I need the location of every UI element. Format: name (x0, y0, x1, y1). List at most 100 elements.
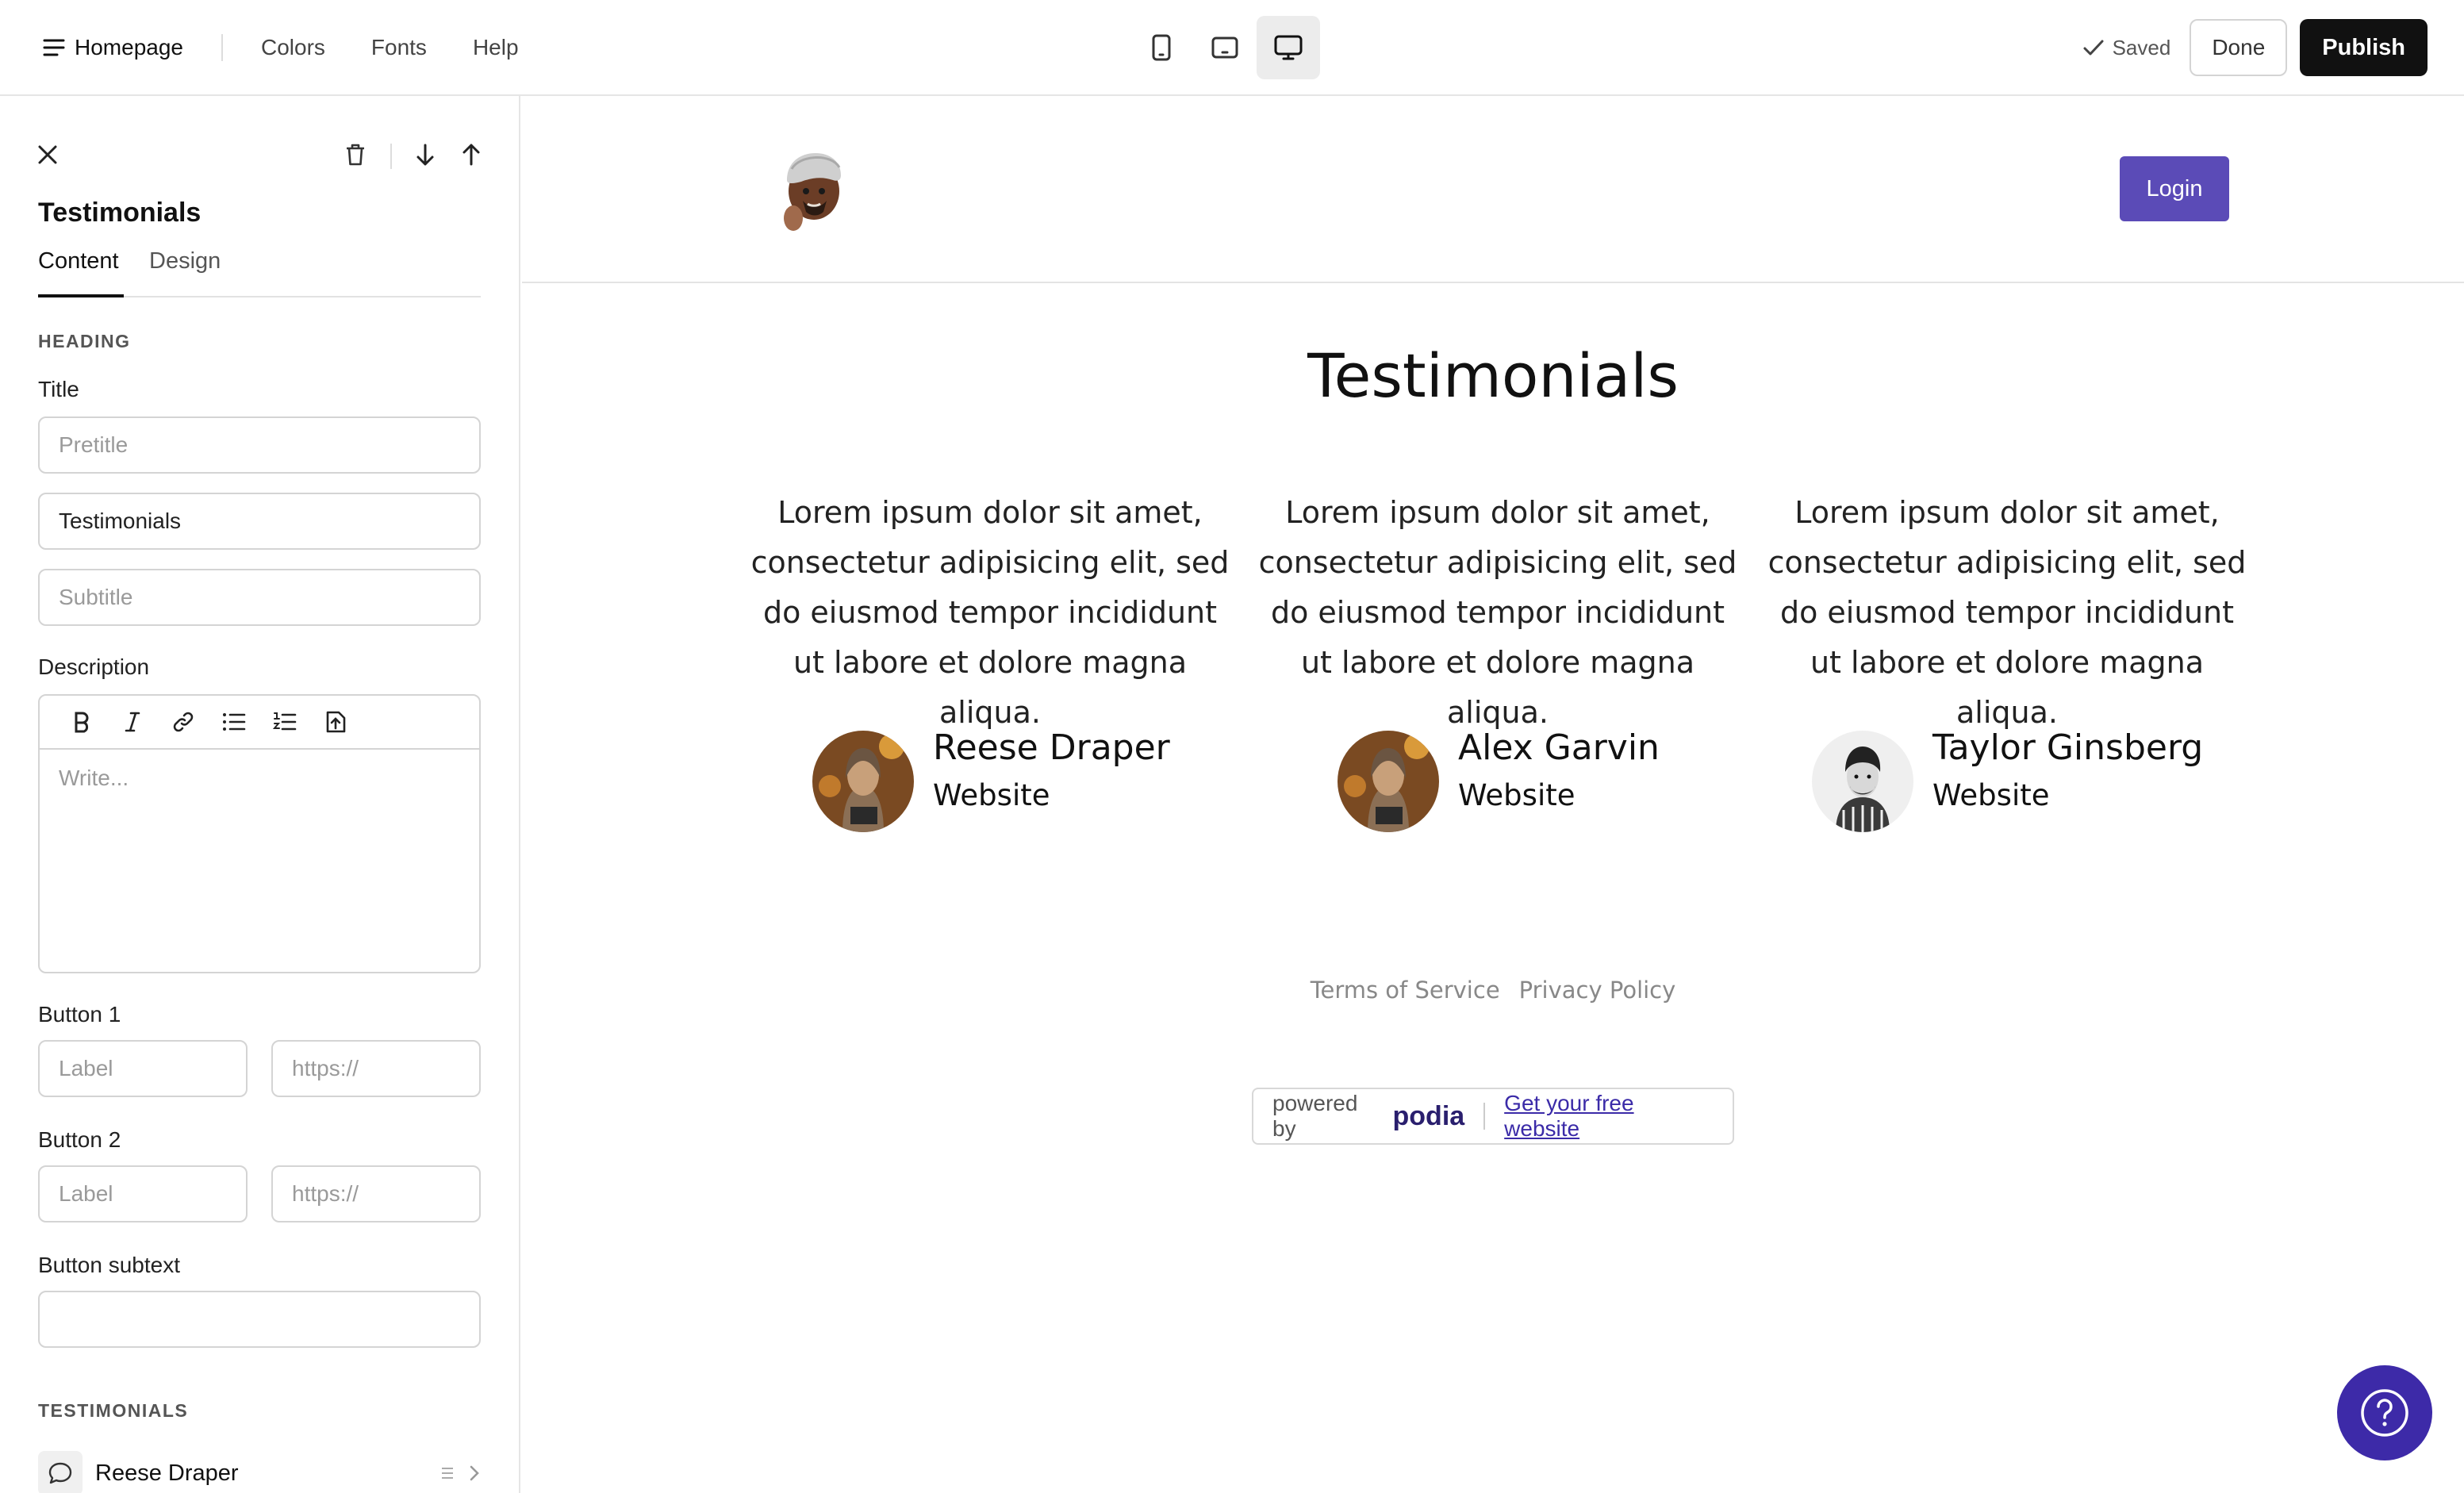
homepage-label: Homepage (75, 35, 183, 59)
bold-icon (75, 712, 89, 733)
testimonial-quote: Lorem ipsum dolor sit amet, consectetur … (1767, 495, 2247, 730)
arrow-down-icon (416, 144, 434, 166)
testimonial-author-info: Alex Garvin Website (1458, 713, 1660, 812)
tablet-view-button[interactable] (1193, 16, 1257, 79)
mobile-icon (1152, 34, 1171, 61)
bullet-list-button[interactable] (216, 704, 252, 740)
heading-section-label: HEADING (38, 331, 131, 351)
panel-title: Testimonials (38, 198, 201, 228)
testimonial-name: Alex Garvin (1458, 727, 1660, 768)
top-bar: Homepage Colors Fonts Help Saved Done Pu… (0, 0, 2464, 96)
homepage-menu-button[interactable]: Homepage (43, 35, 183, 60)
button2-url-input[interactable]: https:// (271, 1165, 481, 1222)
link-icon (173, 712, 194, 732)
description-textarea[interactable]: Write... (40, 750, 479, 807)
powered-by-badge: powered by podia Get your free website (1252, 1088, 1734, 1145)
drag-handle-icon[interactable] (439, 1465, 455, 1481)
description-label: Description (38, 654, 150, 679)
desktop-view-button[interactable] (1257, 16, 1320, 79)
testimonial-quote: Lorem ipsum dolor sit amet, consectetur … (750, 495, 1230, 730)
title-input[interactable]: Testimonials (38, 493, 481, 550)
hamburger-icon (43, 39, 65, 56)
upload-file-icon (326, 711, 346, 733)
testimonial-author: Reese Draper Website (812, 713, 1170, 832)
testimonial-list-item[interactable]: Reese Draper (38, 1451, 481, 1493)
numbered-list-icon (273, 712, 297, 731)
testimonial-name: Taylor Ginsberg (1932, 727, 2204, 768)
delete-section-button[interactable] (340, 139, 371, 171)
privacy-policy-link[interactable]: Privacy Policy (1519, 977, 1676, 1004)
site-preview: Login Testimonials Lorem ipsum dolor sit… (522, 96, 2464, 1493)
editor-toolbar (40, 696, 479, 750)
title-label: Title (38, 377, 79, 401)
button1-label: Button 1 (38, 1002, 121, 1027)
saved-label: Saved (2112, 35, 2171, 59)
top-bar-right: Saved Done Publish (2082, 19, 2428, 76)
powered-by-label: powered by (1272, 1091, 1358, 1141)
panel-tabs: Content Design (38, 248, 481, 297)
publish-button[interactable]: Publish (2300, 19, 2428, 76)
button2-label-input[interactable]: Label (38, 1165, 248, 1222)
avatar-logo-icon (784, 153, 841, 231)
testimonial-quote: Lorem ipsum dolor sit amet, consectetur … (1258, 495, 1737, 730)
question-mark-icon (2361, 1389, 2408, 1437)
avatar (812, 731, 914, 832)
link-button[interactable] (165, 704, 201, 740)
testimonials-heading: Testimonials (1307, 340, 1679, 411)
tab-content[interactable]: Content (38, 248, 124, 297)
italic-button[interactable] (114, 704, 151, 740)
podia-logo: podia (1392, 1100, 1465, 1131)
top-bar-left: Homepage Colors Fonts Help (43, 0, 565, 95)
device-switcher (1130, 16, 1320, 79)
tab-design[interactable]: Design (149, 248, 221, 297)
fonts-link[interactable]: Fonts (371, 35, 427, 60)
avatar (1338, 731, 1439, 832)
testimonial-website-link[interactable]: Website (933, 778, 1170, 812)
checkmark-icon (2083, 40, 2104, 56)
close-panel-button[interactable] (32, 139, 63, 171)
bullet-list-icon (223, 713, 246, 731)
mobile-view-button[interactable] (1130, 16, 1193, 79)
button-subtext-input[interactable] (38, 1291, 481, 1348)
testimonial-website-link[interactable]: Website (1458, 778, 1660, 812)
done-button[interactable]: Done (2190, 19, 2288, 76)
move-down-button[interactable] (409, 139, 441, 171)
colors-link[interactable]: Colors (261, 35, 325, 60)
footer-links: Terms of Service Privacy Policy (522, 977, 2464, 1004)
move-up-button[interactable] (455, 139, 487, 171)
divider (390, 144, 392, 169)
trash-icon (347, 144, 364, 166)
saved-status: Saved (2082, 35, 2171, 60)
preview-header: Login (522, 96, 2464, 283)
button1-url-input[interactable]: https:// (271, 1040, 481, 1097)
quote-icon (38, 1451, 83, 1493)
login-button[interactable]: Login (2120, 156, 2229, 221)
desktop-icon (1274, 35, 1303, 60)
arrow-up-icon (462, 144, 480, 166)
subtitle-input[interactable]: Subtitle (38, 569, 481, 626)
testimonials-section-label: TESTIMONIALS (38, 1400, 189, 1421)
pretitle-input[interactable]: Pretitle (38, 416, 481, 474)
testimonial-item-name: Reese Draper (95, 1460, 239, 1486)
help-chat-button[interactable] (2337, 1365, 2432, 1460)
divider (1483, 1103, 1486, 1130)
bold-button[interactable] (63, 704, 100, 740)
embed-button[interactable] (317, 704, 354, 740)
terms-of-service-link[interactable]: Terms of Service (1311, 977, 1500, 1004)
tablet-icon (1211, 36, 1238, 59)
testimonial-website-link[interactable]: Website (1932, 778, 2203, 812)
testimonial-author: Alex Garvin Website (1338, 713, 1660, 832)
numbered-list-button[interactable] (267, 704, 303, 740)
close-icon (38, 145, 57, 164)
button-subtext-label: Button subtext (38, 1253, 181, 1277)
button2-label: Button 2 (38, 1127, 121, 1152)
button1-label-input[interactable]: Label (38, 1040, 248, 1097)
help-link[interactable]: Help (473, 35, 519, 60)
testimonial-author-info: Taylor Ginsberg Website (1932, 713, 2203, 812)
get-free-website-link[interactable]: Get your free website (1504, 1091, 1714, 1142)
testimonial-name: Reese Draper (933, 727, 1170, 768)
divider (221, 34, 223, 61)
editor-sidebar: Testimonials Content Design HEADING Titl… (0, 96, 520, 1493)
italic-icon (125, 712, 140, 732)
testimonial-author-info: Reese Draper Website (933, 713, 1170, 812)
